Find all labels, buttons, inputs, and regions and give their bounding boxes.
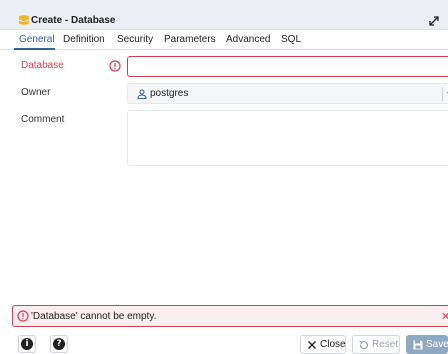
x-icon [308,341,316,349]
database-icon [18,15,30,25]
tab-security[interactable]: Security [117,34,153,45]
reset-icon [359,340,369,350]
error-message: 'Database' cannot be empty. [31,311,157,322]
tab-parameters[interactable]: Parameters [164,34,216,45]
save-button[interactable]: Save [406,335,448,354]
comment-label: Comment [21,114,65,125]
info-button[interactable]: i [18,335,36,353]
dialog-title: Create - Database [31,15,116,26]
owner-value: postgres [150,88,189,99]
select-separator [442,87,443,101]
database-label: Database [21,60,64,71]
help-button[interactable]: ? [50,335,68,353]
active-tab-indicator [14,48,55,50]
tab-general[interactable]: General [19,34,55,45]
user-icon [137,89,147,99]
reset-button[interactable]: Reset [352,335,400,354]
comment-textarea[interactable] [127,110,448,166]
maximize-icon[interactable] [428,15,440,27]
close-error-icon[interactable]: ✕ [441,310,448,323]
alert-circle-icon [109,60,121,72]
tab-sql[interactable]: SQL [281,34,301,45]
owner-label: Owner [21,87,51,98]
floppy-icon [413,340,423,350]
database-name-input[interactable] [127,56,448,77]
alert-circle-icon [17,310,29,322]
owner-select[interactable]: postgres [127,83,448,104]
save-label: Save [426,339,448,350]
info-icon: i [21,338,33,350]
close-label: Close [320,339,346,350]
help-icon: ? [53,338,65,350]
close-button[interactable]: Close [300,335,346,354]
dialog-titlebar: Create - Database [0,0,448,30]
tab-definition[interactable]: Definition [63,34,105,45]
error-banner: 'Database' cannot be empty. ✕ [12,305,448,327]
reset-label: Reset [372,339,399,350]
tab-bar: General Definition Security Parameters A… [0,30,448,50]
tab-advanced[interactable]: Advanced [226,34,270,45]
